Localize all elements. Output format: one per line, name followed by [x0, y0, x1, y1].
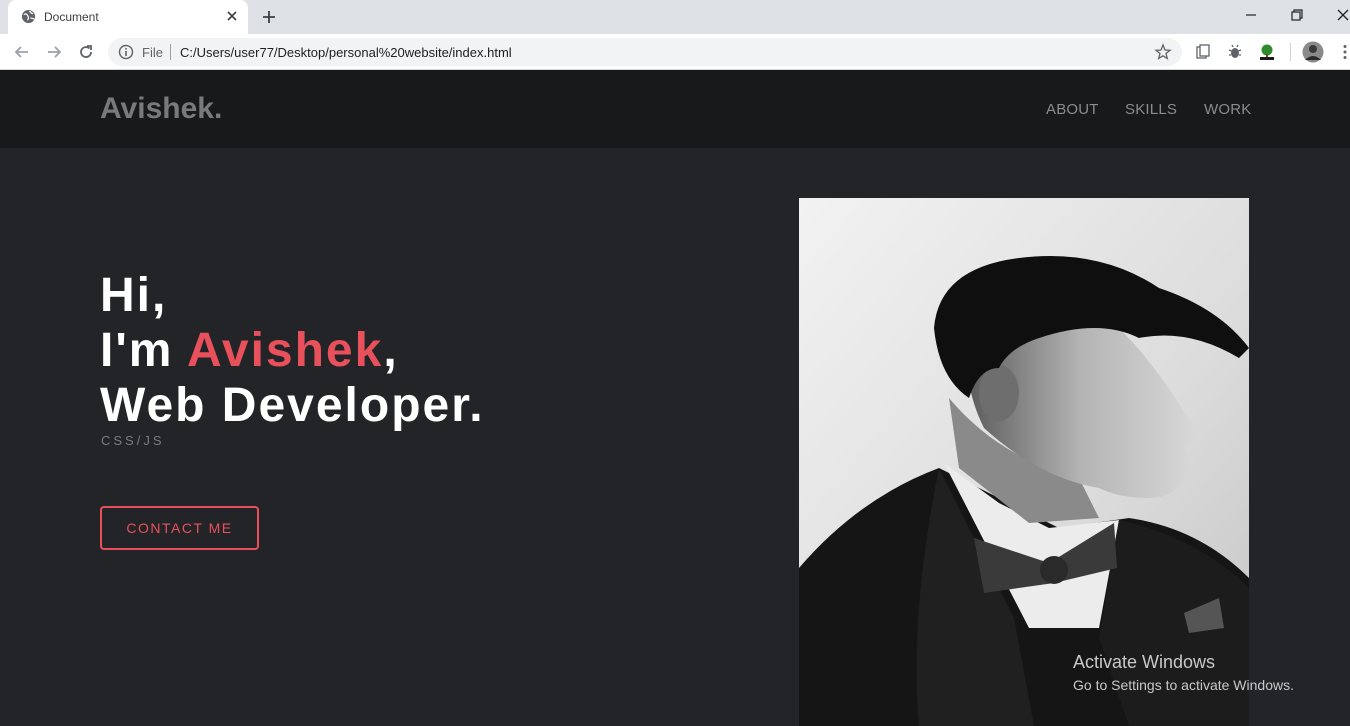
address-bar[interactable]: File C:/Users/user77/Desktop/personal%20… — [108, 38, 1182, 66]
star-icon[interactable] — [1154, 43, 1172, 61]
close-window-icon[interactable] — [1334, 6, 1350, 24]
site-logo[interactable]: Avishek. — [100, 92, 222, 126]
browser-tab-bar: Document — [0, 0, 1350, 34]
restore-icon[interactable] — [1288, 6, 1306, 24]
globe-icon — [21, 9, 36, 24]
url-text[interactable]: C:/Users/user77/Desktop/personal%20websi… — [180, 45, 512, 60]
profile-avatar[interactable] — [1302, 41, 1324, 63]
hero-intro-prefix: I'm — [100, 324, 187, 377]
hero-role: Web Developer. — [100, 379, 485, 432]
toolbar-divider — [1290, 43, 1291, 61]
hero-name: Avishek — [186, 324, 384, 377]
url-scheme: File — [142, 45, 163, 60]
site-header: Avishek. ABOUT SKILLS WORK — [0, 70, 1350, 148]
hero-intro-suffix: , — [383, 324, 399, 377]
minimize-icon[interactable] — [1242, 6, 1260, 24]
hero-section: Hi, I'm Avishek, Web Developer. CSS/JS C… — [0, 148, 1350, 726]
back-icon[interactable] — [12, 42, 32, 62]
nav-link-work[interactable]: WORK — [1204, 101, 1251, 118]
nav-link-about[interactable]: ABOUT — [1046, 101, 1099, 118]
activation-subtitle: Go to Settings to activate Windows. — [1073, 677, 1294, 693]
contact-me-button[interactable]: CONTACT ME — [100, 506, 259, 550]
tree-icon[interactable] — [1258, 43, 1276, 61]
tab-title: Document — [44, 10, 99, 24]
forward-icon[interactable] — [44, 42, 64, 62]
hero-greeting: Hi, — [100, 269, 168, 322]
bug-icon[interactable] — [1226, 43, 1244, 61]
plus-icon[interactable] — [260, 8, 278, 26]
info-icon[interactable] — [118, 44, 134, 60]
hero-intro: I'm Avishek, — [100, 323, 399, 378]
browser-tab[interactable]: Document — [8, 0, 248, 34]
url-separator — [170, 44, 171, 60]
activation-title: Activate Windows — [1073, 652, 1216, 672]
nav-link-skills[interactable]: SKILLS — [1125, 101, 1177, 118]
extension-icon[interactable] — [1194, 43, 1212, 61]
hero-subtitle: CSS/JS — [101, 433, 165, 448]
reload-icon[interactable] — [76, 42, 96, 62]
browser-toolbar: File C:/Users/user77/Desktop/personal%20… — [0, 34, 1350, 70]
menu-icon[interactable] — [1336, 43, 1350, 61]
close-icon[interactable] — [224, 8, 240, 24]
activation-watermark: Activate Windows Go to Settings to activ… — [1073, 652, 1294, 693]
portrait-photo — [799, 198, 1249, 726]
